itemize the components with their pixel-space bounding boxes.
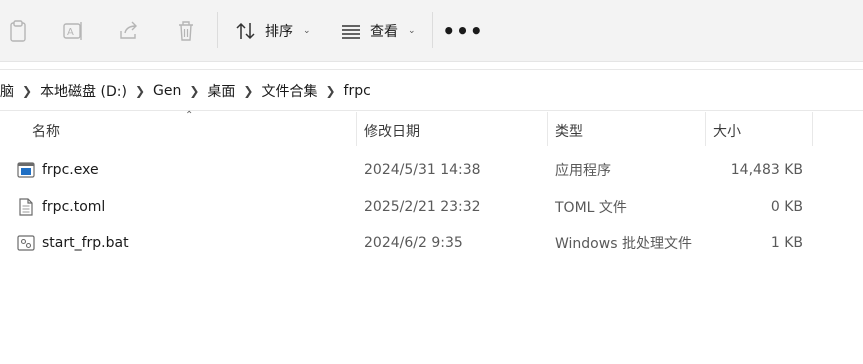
column-header-modified[interactable]: 修改日期 (364, 112, 420, 150)
view-button[interactable]: 查看 ⌄ (340, 16, 416, 46)
file-type: 应用程序 (555, 163, 611, 179)
chevron-right-icon[interactable]: ❯ (18, 84, 36, 98)
sort-button[interactable]: 排序 ⌄ (235, 16, 311, 46)
column-header-type[interactable]: 类型 (555, 112, 583, 150)
breadcrumb-item[interactable]: Gen (149, 83, 185, 99)
address-bar[interactable]: 脑 ❯ 本地磁盘 (D:) ❯ Gen ❯ 桌面 ❯ 文件合集 ❯ frpc (0, 69, 863, 111)
command-bar: A 排序 ⌄ 查看 ⌄ ••• (0, 0, 863, 62)
chevron-right-icon[interactable]: ❯ (131, 84, 149, 98)
column-divider[interactable] (547, 112, 548, 146)
file-type: Windows 批处理文件 (555, 236, 692, 252)
file-row[interactable]: frpc.toml 2025/2/21 23:32 TOML 文件 0 KB (0, 189, 863, 225)
file-size: 1 KB (770, 235, 803, 251)
delete-icon[interactable] (173, 18, 199, 44)
chevron-down-icon: ⌄ (303, 26, 311, 36)
chevron-down-icon: ⌄ (408, 26, 416, 36)
file-type: TOML 文件 (555, 200, 627, 216)
view-label: 查看 (370, 24, 398, 40)
column-divider[interactable] (356, 112, 357, 146)
view-icon (342, 25, 360, 39)
file-size: 14,483 KB (730, 162, 803, 178)
chevron-right-icon[interactable]: ❯ (185, 84, 203, 98)
column-divider[interactable] (705, 112, 706, 146)
svg-text:A: A (67, 27, 74, 38)
breadcrumb-item[interactable]: frpc (340, 83, 375, 99)
share-icon[interactable] (116, 18, 142, 44)
chevron-right-icon[interactable]: ❯ (239, 84, 257, 98)
batch-file-icon (17, 235, 35, 251)
breadcrumb: 脑 ❯ 本地磁盘 (D:) ❯ Gen ❯ 桌面 ❯ 文件合集 ❯ frpc (0, 70, 375, 112)
breadcrumb-item[interactable]: 本地磁盘 (D:) (36, 81, 131, 101)
sort-icon (236, 22, 255, 40)
column-header-name[interactable]: 名称 (32, 112, 60, 150)
breadcrumb-item[interactable]: 脑 (0, 81, 18, 101)
toolbar-divider (217, 12, 218, 48)
sort-label: 排序 (265, 24, 293, 40)
file-name: frpc.toml (42, 199, 106, 215)
rename-icon[interactable]: A (60, 18, 86, 44)
file-modified: 2025/2/21 23:32 (364, 199, 481, 215)
column-divider[interactable] (812, 112, 813, 146)
column-header-size[interactable]: 大小 (713, 112, 741, 150)
toolbar-divider (432, 12, 433, 48)
file-name: frpc.exe (42, 162, 99, 178)
more-options-button[interactable]: ••• (442, 16, 482, 46)
file-size: 0 KB (770, 199, 803, 215)
file-name: start_frp.bat (42, 235, 129, 251)
text-file-icon (19, 198, 33, 216)
file-row[interactable]: frpc.exe 2024/5/31 14:38 应用程序 14,483 KB (0, 152, 863, 188)
sort-ascending-icon: ⌃ (185, 110, 194, 121)
file-modified: 2024/5/31 14:38 (364, 162, 481, 178)
breadcrumb-item[interactable]: 文件合集 (257, 81, 321, 101)
file-modified: 2024/6/2 9:35 (364, 235, 463, 251)
paste-icon[interactable] (5, 18, 31, 44)
breadcrumb-item[interactable]: 桌面 (203, 81, 239, 101)
chevron-right-icon[interactable]: ❯ (321, 84, 339, 98)
file-row[interactable]: start_frp.bat 2024/6/2 9:35 Windows 批处理文… (0, 225, 863, 261)
exe-icon (17, 162, 35, 178)
